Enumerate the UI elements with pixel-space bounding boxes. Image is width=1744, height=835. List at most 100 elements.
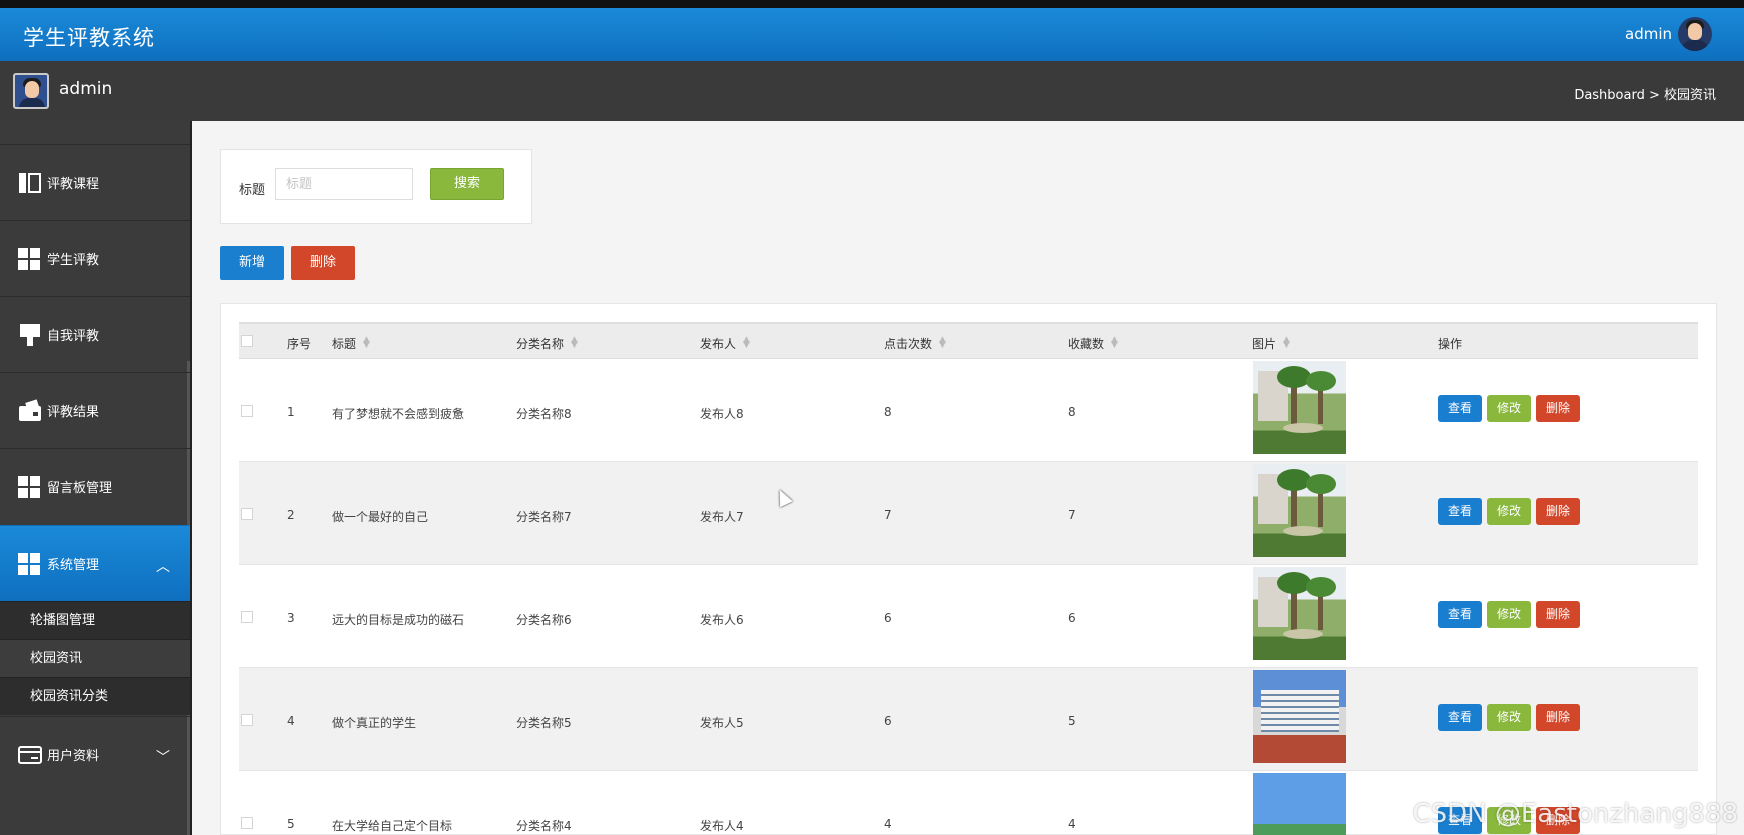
row-publisher: 发布人7 [700,510,744,524]
select-all-checkbox[interactable] [241,335,253,347]
delete-button[interactable]: 删除 [1536,704,1580,731]
delete-button[interactable]: 删除 [1536,601,1580,628]
sidebar: 评教课程 学生评教 自我评教 评教结果 留言板管理 系统管理 ︿ 轮播图管理 校… [0,121,192,835]
watermark: CSDN @Eastonzhang888 [1412,799,1738,829]
row-category: 分类名称8 [516,407,572,421]
row-publisher: 发布人5 [700,716,744,730]
column-header-sortable[interactable]: 发布人 ▲ ▼ [700,335,750,352]
row-checkbox[interactable] [241,611,253,623]
column-header: 操作 [1438,337,1463,351]
row-checkbox[interactable] [241,405,253,417]
row-checkbox[interactable] [241,508,253,520]
sidebar-subitem-news-category[interactable]: 校园资讯分类 [0,677,190,715]
row-number: 3 [287,611,295,625]
sort-icon: ▲ ▼ [939,335,946,350]
row-clicks: 6 [884,714,892,728]
grid-icon [18,552,42,576]
row-clicks: 7 [884,508,892,522]
sort-icon: ▲ ▼ [1111,335,1118,350]
sidebar-item-label: 系统管理 [47,558,100,573]
row-category: 分类名称4 [516,819,572,833]
user-avatar [13,73,49,109]
app-title: 学生评教系统 [23,26,155,50]
edit-button[interactable]: 修改 [1487,395,1531,422]
sidebar-item-student-eval[interactable]: 学生评教 [0,220,190,296]
sidebar-item-course[interactable]: 评教课程 [0,144,190,220]
row-publisher: 发布人8 [700,407,744,421]
brush-icon [18,323,42,347]
sidebar-item-message-board[interactable]: 留言板管理 [0,448,190,524]
bulk-delete-button[interactable]: 删除 [291,246,355,280]
sidebar-subitem-news[interactable]: 校园资讯 [0,639,190,677]
card-icon [18,743,42,767]
table-panel: 序号 标题 ▲ ▼ 分类名称 ▲ ▼ 发布人 ▲ ▼ 点击次数 ▲ ▼ 收藏数 ▲ ▼ 图片 ▲ ▼ 操… [220,303,1717,835]
row-favorites: 6 [1068,611,1076,625]
edit-button[interactable]: 修改 [1487,704,1531,731]
column-header-sortable[interactable]: 点击次数 ▲ ▼ [884,335,946,352]
sort-icon: ▲ ▼ [743,335,750,350]
column-header-sortable[interactable]: 标题 ▲ ▼ [332,335,370,352]
grid-icon [18,247,42,271]
sidebar-item-user-profile[interactable]: 用户资料 ﹀ [0,716,190,792]
delete-button[interactable]: 删除 [1536,395,1580,422]
grid-icon [18,475,42,499]
top-bar: 学生评教系统 admin [0,8,1744,61]
search-input[interactable] [275,168,413,200]
row-number: 2 [287,508,295,522]
row-category: 分类名称5 [516,716,572,730]
user-name: admin [59,79,113,99]
sidebar-item-eval-result[interactable]: 评教结果 [0,372,190,448]
view-button[interactable]: 查看 [1438,498,1482,525]
search-label: 标题 [239,183,266,198]
sort-icon: ▲ ▼ [363,335,370,350]
view-button[interactable]: 查看 [1438,601,1482,628]
row-image [1253,773,1346,835]
edit-button[interactable]: 修改 [1487,601,1531,628]
row-publisher: 发布人6 [700,613,744,627]
row-image [1253,464,1346,557]
column-header-sortable[interactable]: 收藏数 ▲ ▼ [1068,335,1118,352]
table-row: 1 有了梦想就不会感到疲惫 分类名称8 发布人8 8 8 查看 修改 删除 [239,359,1698,462]
sidebar-item-system[interactable]: 系统管理 ︿ [0,525,190,601]
row-number: 1 [287,405,295,419]
add-button[interactable]: 新增 [220,246,284,280]
row-category: 分类名称6 [516,613,572,627]
row-image [1253,567,1346,660]
view-button[interactable]: 查看 [1438,395,1482,422]
row-favorites: 4 [1068,817,1076,831]
column-header-sortable[interactable]: 图片 ▲ ▼ [1252,335,1290,352]
column-header: 点击次数 [884,337,933,351]
row-title: 有了梦想就不会感到疲惫 [332,407,465,421]
sidebar-item-label: 评教课程 [47,177,100,192]
sidebar-item-label: 留言板管理 [47,481,113,496]
sidebar-subitem-carousel[interactable]: 轮播图管理 [0,601,190,639]
row-checkbox[interactable] [241,817,253,829]
row-image [1253,670,1346,763]
search-button[interactable]: 搜索 [430,168,504,200]
book-icon [18,171,42,195]
column-header: 分类名称 [516,337,565,351]
row-favorites: 8 [1068,405,1076,419]
column-header-sortable[interactable]: 分类名称 ▲ ▼ [516,335,578,352]
edit-button[interactable]: 修改 [1487,498,1531,525]
row-category: 分类名称7 [516,510,572,524]
sidebar-item-label: 用户资料 [47,749,100,764]
sidebar-item-label: 自我评教 [47,329,100,344]
view-button[interactable]: 查看 [1438,704,1482,731]
chevron-down-icon: ﹀ [156,750,170,766]
sidebar-item-label: 学生评教 [47,253,100,268]
wallet-icon [18,398,42,423]
top-avatar[interactable] [1678,17,1712,51]
delete-button[interactable]: 删除 [1536,498,1580,525]
row-number: 4 [287,714,295,728]
top-user-name[interactable]: admin [1625,25,1672,43]
sidebar-item-self-eval[interactable]: 自我评教 [0,296,190,372]
sort-icon: ▲ ▼ [571,335,578,350]
row-checkbox[interactable] [241,714,253,726]
table-row: 3 远大的目标是成功的磁石 分类名称6 发布人6 6 6 查看 修改 删除 [239,565,1698,668]
column-header: 序号 [287,337,312,351]
row-title: 远大的目标是成功的磁石 [332,613,465,627]
breadcrumb: Dashboard > 校园资讯 [1574,88,1716,103]
sidebar-item-label: 评教结果 [47,405,100,420]
column-header: 图片 [1252,337,1277,351]
